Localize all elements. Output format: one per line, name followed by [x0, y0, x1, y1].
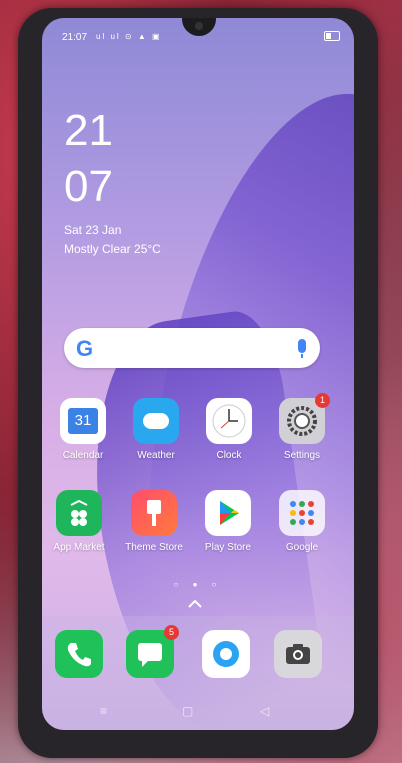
battery-icon — [324, 31, 340, 41]
calendar-icon: 31 — [60, 398, 106, 444]
notification-badge: 1 — [315, 393, 330, 408]
app-market-icon — [56, 490, 102, 536]
home-icon[interactable]: ▢ — [182, 704, 193, 718]
back-icon[interactable]: ◁ — [260, 704, 269, 718]
google-folder-icon — [279, 490, 325, 536]
app-calendar[interactable]: 31 Calendar — [51, 398, 115, 461]
app-theme-store[interactable]: Theme Store — [122, 490, 186, 553]
app-label: Clock — [216, 450, 242, 461]
google-search-bar[interactable]: G — [64, 328, 320, 368]
dock-messages[interactable]: 5 — [118, 625, 182, 678]
theme-store-icon — [131, 490, 177, 536]
app-play-store[interactable]: Play Store — [196, 490, 260, 553]
app-market[interactable]: App Market — [47, 490, 111, 553]
phone-screen[interactable]: 21:07 ul ul ⊙ ▲ ▣ 21 07 Sat 23 Jan Mostl… — [42, 18, 354, 730]
app-label: Google — [285, 542, 319, 553]
mic-icon[interactable] — [298, 339, 306, 358]
app-clock[interactable]: Clock — [197, 398, 261, 461]
browser-icon — [202, 630, 250, 678]
date-label: Sat 23 Jan — [64, 223, 122, 237]
status-time: 21:07 — [62, 32, 88, 43]
settings-icon: 1 — [279, 393, 330, 444]
app-label: Settings — [283, 450, 321, 461]
app-label: Weather — [137, 450, 175, 461]
clock-hour[interactable]: 21 — [64, 106, 113, 156]
calendar-date: 31 — [68, 408, 98, 434]
google-logo-icon: G — [76, 336, 94, 361]
page-indicator[interactable]: ○ ● ○ — [42, 580, 354, 589]
clock-minute[interactable]: 07 — [64, 162, 113, 212]
dock-camera[interactable] — [266, 630, 330, 678]
notification-badge: 5 — [164, 625, 179, 640]
messages-icon: 5 — [126, 625, 179, 678]
dock-phone[interactable] — [47, 630, 111, 678]
chevron-up-icon[interactable] — [188, 600, 202, 608]
phone-icon — [55, 630, 103, 678]
play-store-icon — [205, 490, 251, 536]
app-label: Play Store — [204, 542, 252, 553]
app-label: App Market — [53, 542, 105, 553]
app-google-folder[interactable]: Google — [270, 490, 334, 553]
weather-icon — [133, 398, 179, 444]
app-label: Theme Store — [125, 542, 183, 553]
clock-icon — [206, 398, 252, 444]
status-icons: ul ul ⊙ ▲ ▣ — [96, 32, 162, 41]
app-weather[interactable]: Weather — [124, 398, 188, 461]
weather-label[interactable]: Mostly Clear 25°C — [64, 242, 161, 256]
dock-browser[interactable] — [194, 630, 258, 678]
app-settings[interactable]: 1 Settings — [270, 393, 334, 461]
app-label: Calendar — [62, 450, 104, 461]
camera-icon — [274, 630, 322, 678]
menu-icon[interactable]: ≡ — [100, 704, 107, 718]
camera-notch — [182, 18, 216, 36]
